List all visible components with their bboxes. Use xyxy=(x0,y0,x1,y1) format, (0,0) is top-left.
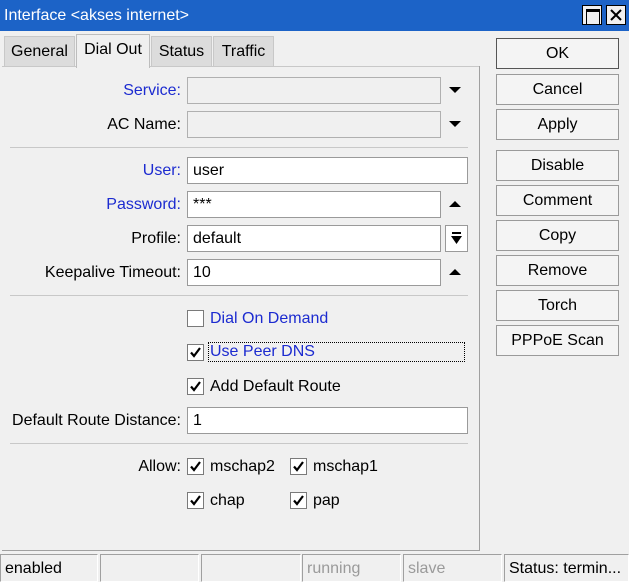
separator xyxy=(10,147,468,148)
mschap1-checkbox[interactable] xyxy=(290,458,307,475)
separator xyxy=(10,295,468,296)
maximize-icon[interactable] xyxy=(582,5,602,25)
mschap2-checkbox[interactable] xyxy=(187,458,204,475)
status-running: running xyxy=(302,554,401,582)
chap-label[interactable]: chap xyxy=(210,492,245,510)
checkmark-icon xyxy=(190,495,201,506)
ac-name-field[interactable] xyxy=(187,111,441,138)
checkmark-icon xyxy=(190,381,201,392)
mschap1-label[interactable]: mschap1 xyxy=(313,458,378,476)
user-field[interactable]: user xyxy=(187,157,468,184)
chevron-down-icon xyxy=(451,232,462,244)
dial-on-demand-checkbox[interactable] xyxy=(187,310,204,327)
chap-checkbox[interactable] xyxy=(187,492,204,509)
keepalive-field[interactable]: 10 xyxy=(187,259,441,286)
cancel-button[interactable]: Cancel xyxy=(496,74,619,105)
status-cell-empty xyxy=(100,554,199,582)
dial-on-demand-label[interactable]: Dial On Demand xyxy=(210,310,328,328)
mschap2-label[interactable]: mschap2 xyxy=(210,458,275,476)
dropdown-arrow-icon[interactable] xyxy=(448,85,462,95)
checkmark-icon xyxy=(190,461,201,472)
tab-status[interactable]: Status xyxy=(151,36,212,67)
tab-dial-out[interactable]: Dial Out xyxy=(76,34,150,68)
use-peer-dns-checkbox[interactable] xyxy=(187,344,204,361)
profile-label: Profile: xyxy=(131,230,181,247)
allow-label: Allow: xyxy=(138,458,181,475)
dropdown-arrow-icon[interactable] xyxy=(448,119,462,129)
status-text: Status: termin... xyxy=(504,554,629,582)
keepalive-label: Keepalive Timeout: xyxy=(44,264,181,281)
collapse-arrow-icon[interactable] xyxy=(448,267,462,277)
close-icon[interactable] xyxy=(606,5,626,25)
checkmark-icon xyxy=(293,495,304,506)
disable-button[interactable]: Disable xyxy=(496,150,619,181)
torch-button[interactable]: Torch xyxy=(496,290,619,321)
status-slave: slave xyxy=(403,554,502,582)
service-label: Service: xyxy=(123,82,181,99)
separator xyxy=(10,443,468,444)
profile-select[interactable]: default xyxy=(187,225,441,252)
profile-dropdown-button[interactable] xyxy=(445,225,468,252)
status-bar: enabled running slave Status: termin... xyxy=(0,552,629,582)
default-route-distance-label: Default Route Distance: xyxy=(12,412,181,429)
default-route-distance-field[interactable]: 1 xyxy=(187,407,468,434)
dial-out-panel xyxy=(2,66,480,551)
password-label: Password: xyxy=(106,196,181,213)
add-default-route-checkbox[interactable] xyxy=(187,378,204,395)
tab-general[interactable]: General xyxy=(4,36,75,67)
status-cell-empty xyxy=(201,554,301,582)
comment-button[interactable]: Comment xyxy=(496,185,619,216)
checkmark-icon xyxy=(190,347,201,358)
password-field[interactable]: *** xyxy=(187,191,441,218)
title-bar: Interface <akses internet> xyxy=(0,0,629,31)
copy-button[interactable]: Copy xyxy=(496,220,619,251)
collapse-arrow-icon[interactable] xyxy=(448,199,462,209)
ac-name-label: AC Name: xyxy=(107,116,181,133)
remove-button[interactable]: Remove xyxy=(496,255,619,286)
service-field[interactable] xyxy=(187,77,441,104)
status-enabled: enabled xyxy=(0,554,98,582)
ok-button[interactable]: OK xyxy=(496,38,619,69)
window-title: Interface <akses internet> xyxy=(4,7,189,24)
tab-traffic[interactable]: Traffic xyxy=(213,36,274,67)
pap-label[interactable]: pap xyxy=(313,492,340,510)
pap-checkbox[interactable] xyxy=(290,492,307,509)
apply-button[interactable]: Apply xyxy=(496,109,619,140)
pppoe-scan-button[interactable]: PPPoE Scan xyxy=(496,325,619,356)
user-label: User: xyxy=(142,162,181,179)
use-peer-dns-label[interactable]: Use Peer DNS xyxy=(208,342,465,362)
checkmark-icon xyxy=(293,461,304,472)
add-default-route-label[interactable]: Add Default Route xyxy=(210,378,341,396)
